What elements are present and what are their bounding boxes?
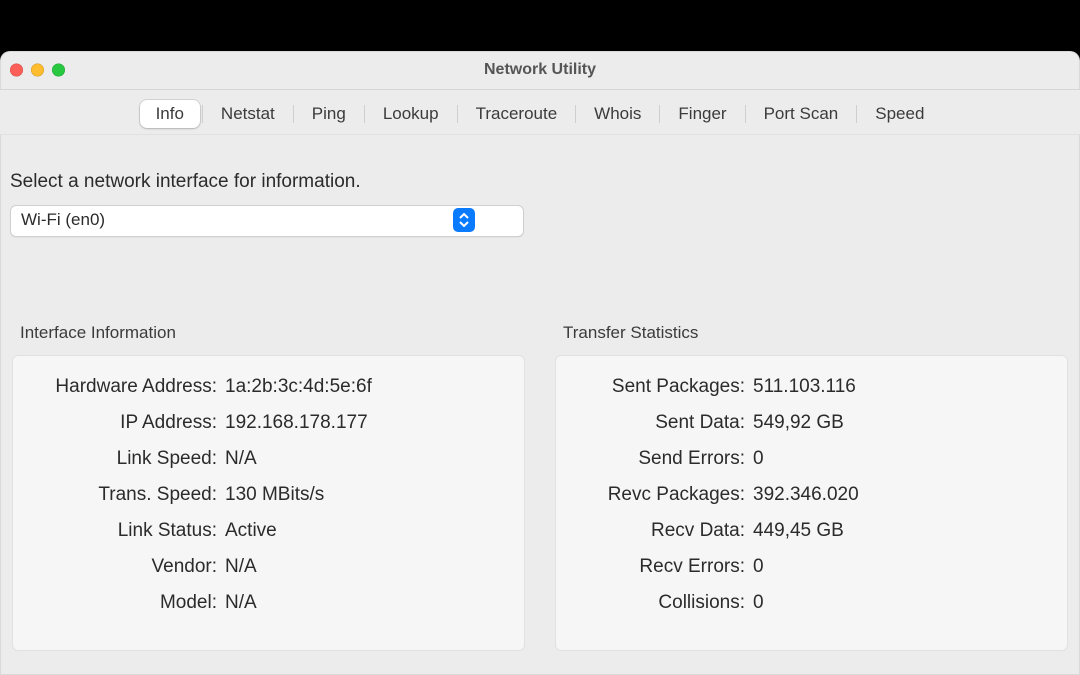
interface-info-panel: Interface Information Hardware Address: … bbox=[12, 323, 525, 651]
label: Recv Data: bbox=[570, 520, 753, 542]
label: Trans. Speed: bbox=[27, 484, 225, 506]
tab-whois[interactable]: Whois bbox=[578, 100, 657, 128]
label: Link Status: bbox=[27, 520, 225, 542]
value: Active bbox=[225, 520, 277, 542]
interface-select-value[interactable]: Wi-Fi (en0) bbox=[10, 205, 524, 237]
row-link-speed: Link Speed: N/A bbox=[27, 448, 510, 470]
interface-prompt: Select a network interface for informati… bbox=[10, 171, 1070, 193]
tab-bar: Info Netstat Ping Lookup Traceroute Whoi… bbox=[0, 90, 1080, 135]
tab-separator bbox=[202, 105, 203, 123]
label: Send Errors: bbox=[570, 448, 753, 470]
label: Model: bbox=[27, 592, 225, 614]
tab-segmented-control: Info Netstat Ping Lookup Traceroute Whoi… bbox=[140, 100, 941, 128]
minimize-window-button[interactable] bbox=[31, 64, 44, 77]
app-window: Network Utility Info Netstat Ping Lookup… bbox=[0, 51, 1080, 675]
window-title: Network Utility bbox=[484, 61, 596, 79]
tab-separator bbox=[293, 105, 294, 123]
tab-netstat[interactable]: Netstat bbox=[205, 100, 291, 128]
tab-separator bbox=[457, 105, 458, 123]
value: N/A bbox=[225, 592, 257, 614]
tab-separator bbox=[856, 105, 857, 123]
transfer-stats-box: Sent Packages: 511.103.116 Sent Data: 54… bbox=[555, 355, 1068, 651]
tab-info[interactable]: Info bbox=[140, 100, 200, 128]
row-send-errors: Send Errors: 0 bbox=[570, 448, 1053, 470]
label: IP Address: bbox=[27, 412, 225, 434]
value: 1a:2b:3c:4d:5e:6f bbox=[225, 376, 372, 398]
value: N/A bbox=[225, 448, 257, 470]
row-recv-data: Recv Data: 449,45 GB bbox=[570, 520, 1053, 542]
interface-info-title: Interface Information bbox=[20, 323, 525, 343]
label: Revc Packages: bbox=[570, 484, 753, 506]
value: 192.168.178.177 bbox=[225, 412, 368, 434]
content-area: Select a network interface for informati… bbox=[0, 135, 1080, 651]
row-ip-address: IP Address: 192.168.178.177 bbox=[27, 412, 510, 434]
tab-separator bbox=[575, 105, 576, 123]
value: 449,45 GB bbox=[753, 520, 844, 542]
tab-port-scan[interactable]: Port Scan bbox=[748, 100, 855, 128]
interface-select[interactable]: Wi-Fi (en0) bbox=[10, 205, 478, 237]
row-model: Model: N/A bbox=[27, 592, 510, 614]
updown-chevron-icon[interactable] bbox=[453, 208, 475, 232]
label: Vendor: bbox=[27, 556, 225, 578]
info-panels: Interface Information Hardware Address: … bbox=[10, 323, 1070, 651]
row-vendor: Vendor: N/A bbox=[27, 556, 510, 578]
interface-info-box: Hardware Address: 1a:2b:3c:4d:5e:6f IP A… bbox=[12, 355, 525, 651]
label: Recv Errors: bbox=[570, 556, 753, 578]
tab-lookup[interactable]: Lookup bbox=[367, 100, 455, 128]
value: 549,92 GB bbox=[753, 412, 844, 434]
row-recv-errors: Recv Errors: 0 bbox=[570, 556, 1053, 578]
tab-separator bbox=[364, 105, 365, 123]
tab-separator bbox=[745, 105, 746, 123]
tab-speed[interactable]: Speed bbox=[859, 100, 940, 128]
tab-traceroute[interactable]: Traceroute bbox=[460, 100, 574, 128]
traffic-lights bbox=[10, 64, 65, 77]
label: Link Speed: bbox=[27, 448, 225, 470]
value: 0 bbox=[753, 592, 764, 614]
value: 130 MBits/s bbox=[225, 484, 324, 506]
transfer-stats-title: Transfer Statistics bbox=[563, 323, 1068, 343]
tab-separator bbox=[659, 105, 660, 123]
tab-finger[interactable]: Finger bbox=[662, 100, 742, 128]
value: N/A bbox=[225, 556, 257, 578]
value: 0 bbox=[753, 448, 764, 470]
row-link-status: Link Status: Active bbox=[27, 520, 510, 542]
row-sent-data: Sent Data: 549,92 GB bbox=[570, 412, 1053, 434]
transfer-stats-panel: Transfer Statistics Sent Packages: 511.1… bbox=[555, 323, 1068, 651]
row-recv-packages: Revc Packages: 392.346.020 bbox=[570, 484, 1053, 506]
close-window-button[interactable] bbox=[10, 64, 23, 77]
label: Hardware Address: bbox=[27, 376, 225, 398]
titlebar: Network Utility bbox=[0, 51, 1080, 90]
row-hardware-address: Hardware Address: 1a:2b:3c:4d:5e:6f bbox=[27, 376, 510, 398]
value: 0 bbox=[753, 556, 764, 578]
row-trans-speed: Trans. Speed: 130 MBits/s bbox=[27, 484, 510, 506]
value: 392.346.020 bbox=[753, 484, 859, 506]
label: Sent Packages: bbox=[570, 376, 753, 398]
row-collisions: Collisions: 0 bbox=[570, 592, 1053, 614]
tab-ping[interactable]: Ping bbox=[296, 100, 362, 128]
value: 511.103.116 bbox=[753, 376, 856, 398]
label: Sent Data: bbox=[570, 412, 753, 434]
zoom-window-button[interactable] bbox=[52, 64, 65, 77]
label: Collisions: bbox=[570, 592, 753, 614]
row-sent-packages: Sent Packages: 511.103.116 bbox=[570, 376, 1053, 398]
